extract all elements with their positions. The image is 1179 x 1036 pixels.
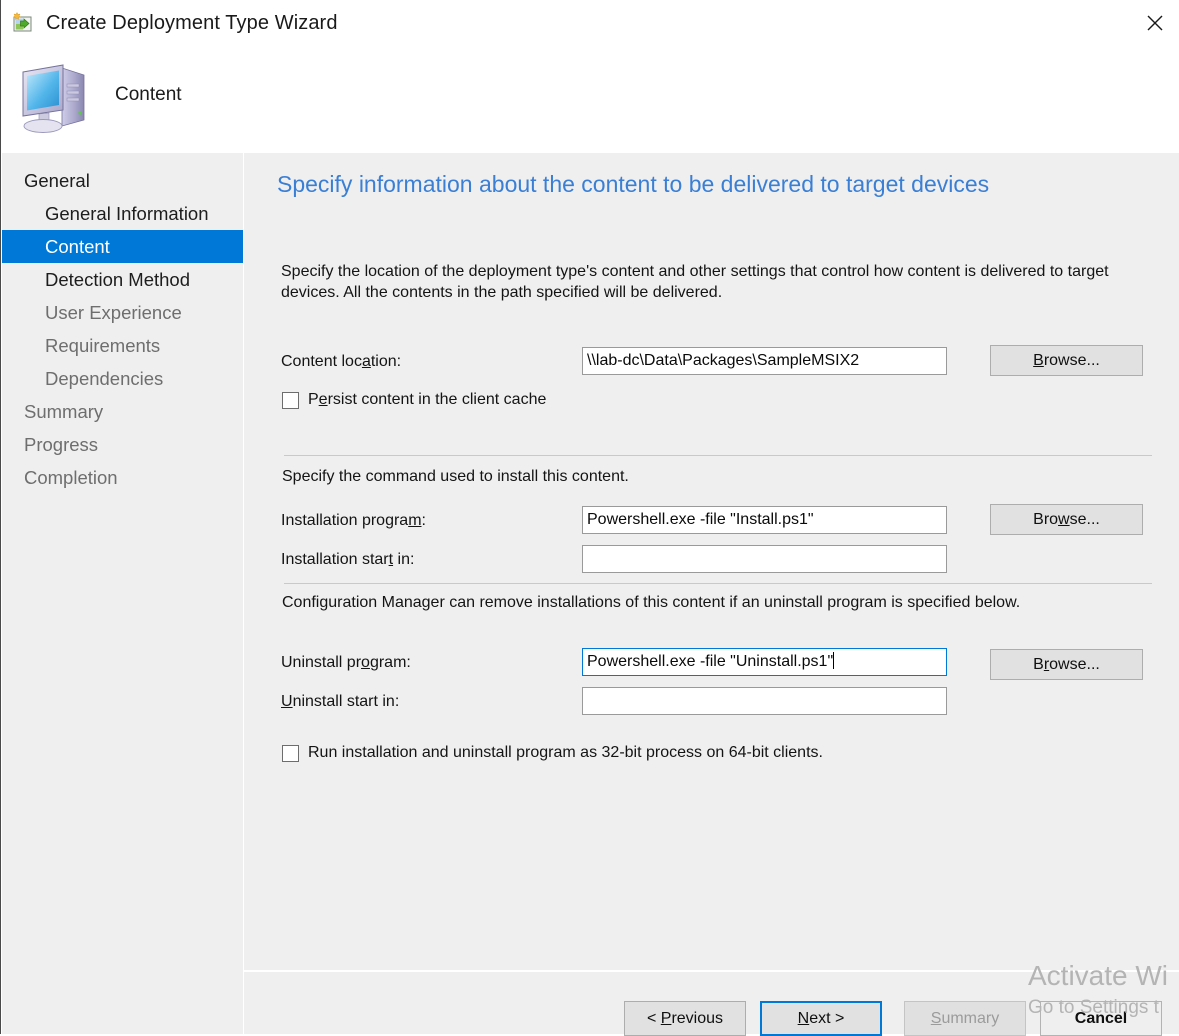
installation-start-in-label: Installation start in: [281, 551, 415, 568]
window-title: Create Deployment Type Wizard [46, 12, 338, 34]
sidebar-item-general[interactable]: General [2, 164, 243, 197]
title-bar: Create Deployment Type Wizard [1, 0, 1179, 48]
wizard-footer: < Previous Next > Summary Cancel [244, 972, 1179, 1036]
summary-button: Summary [904, 1001, 1026, 1036]
sidebar-item-requirements[interactable]: Requirements [2, 329, 243, 362]
sidebar-item-completion[interactable]: Completion [2, 461, 243, 494]
sidebar-item-label: General Information [45, 203, 209, 224]
sidebar-item-label: Summary [24, 401, 104, 422]
sidebar-item-dependencies[interactable]: Dependencies [2, 362, 243, 395]
installation-program-input[interactable]: Powershell.exe -file "Install.ps1" [582, 506, 947, 534]
sidebar-item-user-experience[interactable]: User Experience [2, 296, 243, 329]
content-location-input[interactable]: \\lab-dc\Data\Packages\SampleMSIX2 [582, 347, 947, 375]
uninstall-program-label: Uninstall program: [281, 654, 411, 671]
sidebar-item-label: Requirements [45, 335, 161, 356]
computer-monitor-icon [15, 58, 95, 136]
next-button[interactable]: Next > [760, 1001, 882, 1036]
installation-start-in-input[interactable] [582, 545, 947, 573]
run-32bit-checkbox[interactable]: Run installation and uninstall program a… [282, 744, 823, 762]
sidebar-item-label: Completion [24, 467, 118, 488]
installation-program-label: Installation program: [281, 512, 426, 529]
sidebar-item-label: General [24, 170, 90, 191]
close-icon[interactable] [1130, 0, 1179, 46]
persist-content-checkbox[interactable]: Persist content in the client cache [282, 391, 546, 409]
sidebar-item-progress[interactable]: Progress [2, 428, 243, 461]
content-location-label: Content location: [281, 353, 402, 370]
sidebar-item-summary[interactable]: Summary [2, 395, 243, 428]
checkbox-box [282, 391, 299, 409]
uninstall-program-browse-button[interactable]: Browse... [990, 649, 1143, 680]
sidebar-item-content[interactable]: Content [2, 230, 243, 263]
sidebar-item-label: Progress [24, 434, 99, 455]
uninstall-start-in-label: Uninstall start in: [281, 693, 400, 710]
run-32bit-label: Run installation and uninstall program a… [308, 744, 823, 761]
installation-program-browse-button[interactable]: Browse... [990, 504, 1143, 535]
wizard-window: Create Deployment Type Wizard Content Ge… [0, 0, 1179, 1036]
deployment-type-icon [11, 11, 37, 37]
cancel-button[interactable]: Cancel [1040, 1001, 1162, 1036]
sidebar-item-label: Dependencies [45, 368, 164, 389]
sidebar-item-label: User Experience [45, 302, 182, 323]
content-heading: Specify information about the content to… [277, 171, 990, 197]
content-description: Specify the location of the deployment t… [281, 263, 1109, 301]
sidebar-item-general-information[interactable]: General Information [2, 197, 243, 230]
wizard-banner: Content [1, 48, 1179, 153]
sidebar-item-detection-method[interactable]: Detection Method [2, 263, 243, 296]
sidebar-item-label: Detection Method [45, 269, 191, 290]
uninstall-start-in-input[interactable] [582, 687, 947, 715]
section-divider-uninstall [284, 583, 1152, 584]
content-location-browse-button[interactable]: Browse... [990, 345, 1143, 376]
persist-content-label: Persist content in the client cache [308, 391, 547, 408]
wizard-step-nav: General General Information Content Dete… [2, 153, 243, 1034]
checkbox-box [282, 744, 299, 762]
content-panel: Specify information about the content to… [244, 153, 1179, 970]
previous-button[interactable]: < Previous [624, 1001, 746, 1036]
page-title: Content [115, 84, 182, 105]
uninstall-program-input[interactable]: Powershell.exe -file "Uninstall.ps1" [582, 648, 947, 676]
uninstall-section-text: Configuration Manager can remove install… [282, 594, 1021, 611]
sidebar-item-label: Content [45, 236, 110, 257]
text-caret [833, 652, 835, 669]
section-divider-install [284, 455, 1152, 456]
install-section-text: Specify the command used to install this… [282, 468, 629, 485]
